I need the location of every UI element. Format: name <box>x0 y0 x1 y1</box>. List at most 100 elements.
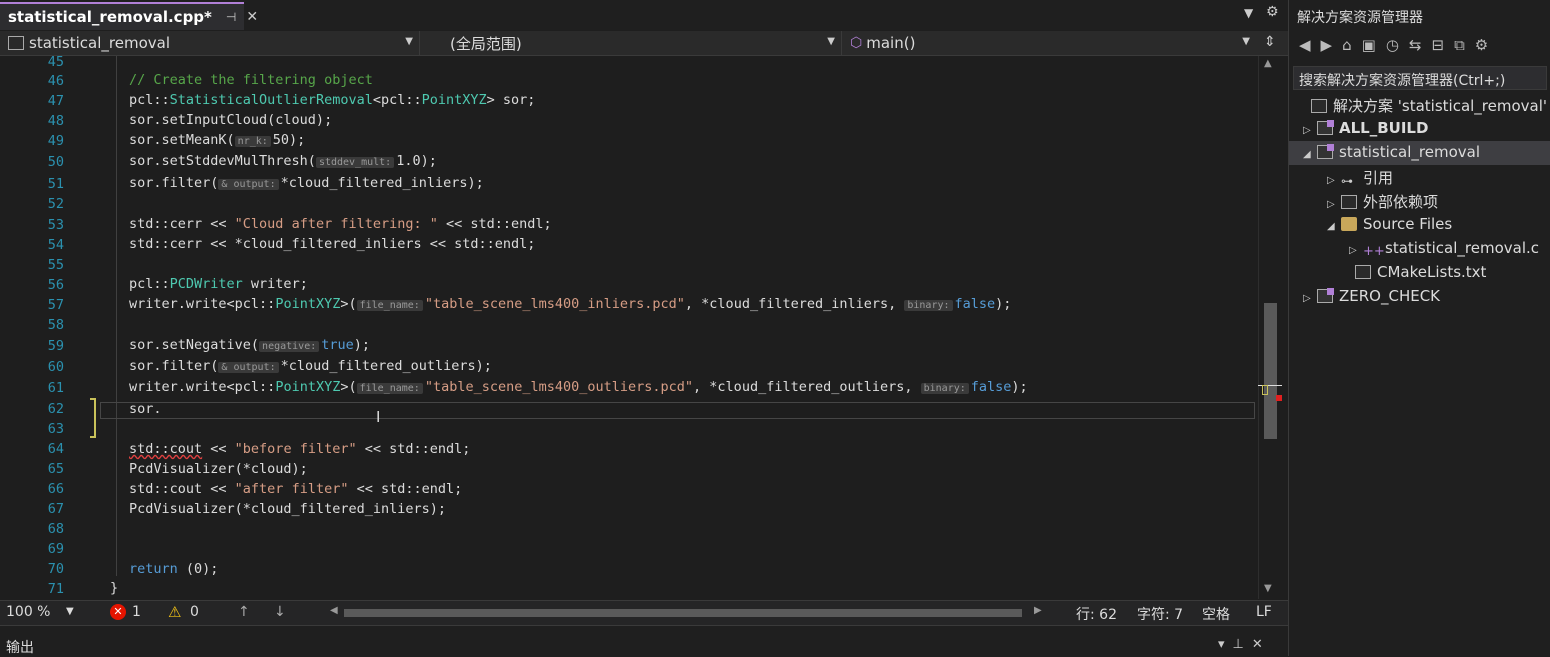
function-dropdown[interactable]: ⬡ main() ▼ <box>846 31 1256 55</box>
line-ending[interactable]: LF <box>1256 604 1272 620</box>
split-editor-icon[interactable]: ⇕ <box>1264 34 1276 50</box>
code-line-51: sor.filter(& output: *cloud_filtered_inli… <box>129 175 484 191</box>
tree-item-all-build[interactable]: ▷ ALL_BUILD <box>1303 119 1428 137</box>
close-icon[interactable]: ✕ <box>1252 637 1271 652</box>
code-token: sor.setNegative( <box>129 337 260 353</box>
function-dropdown-label: main() <box>866 34 916 52</box>
chevron-down-icon[interactable]: ◢ <box>1327 221 1341 232</box>
code-line-49: sor.setMeanK(nr_k: 50); <box>129 132 305 148</box>
tree-item-label: 外部依赖项 <box>1363 193 1439 211</box>
code-token: writer; <box>242 276 308 292</box>
line-number: 70 <box>47 561 64 577</box>
dropdown-icon[interactable]: ▾ <box>1218 637 1233 652</box>
tree-item-external-dependencies[interactable]: ▷ 外部依赖项 <box>1327 191 1438 212</box>
project-icon <box>1317 120 1334 135</box>
vertical-scroll-thumb[interactable] <box>1264 303 1277 439</box>
zoom-level[interactable]: 100 % <box>6 604 50 620</box>
horizontal-scroll-thumb[interactable] <box>344 609 1022 617</box>
error-marker <box>1276 395 1282 401</box>
switch-views-icon[interactable]: ▣ <box>1362 36 1386 54</box>
arrow-up-icon[interactable]: ↑ <box>238 604 250 620</box>
project-dropdown[interactable]: statistical_removal ▼ <box>0 31 420 55</box>
tree-item-label: ALL_BUILD <box>1339 119 1429 137</box>
error-count[interactable]: 1 <box>132 604 141 620</box>
properties-icon[interactable]: ⚙ <box>1475 36 1498 54</box>
code-token: << <box>202 441 235 457</box>
code-token: sor.setMeanK( <box>129 132 235 148</box>
navigation-bar: statistical_removal ▼ (全局范围) ▼ ⬡ main() … <box>0 31 1288 56</box>
chevron-right-icon[interactable]: ▷ <box>1327 199 1341 210</box>
tree-item-references[interactable]: ▷ ⊶ 引用 <box>1327 167 1393 188</box>
indentation-mode[interactable]: 空格 <box>1202 604 1230 624</box>
chevron-down-icon[interactable]: ▼ <box>66 606 74 617</box>
code-token: << std::endl; <box>348 481 463 497</box>
tab-list-dropdown-icon[interactable]: ▼ <box>1244 6 1253 20</box>
code-token: (0); <box>177 561 219 577</box>
forward-icon[interactable]: ▶ <box>1321 36 1343 54</box>
panel-controls[interactable]: ▾⊥✕ <box>1218 637 1271 652</box>
line-position[interactable]: 行: 62 <box>1076 604 1117 624</box>
tree-item-zero-check[interactable]: ▷ ZERO_CHECK <box>1303 287 1440 305</box>
tab-statistical-removal-cpp[interactable]: statistical_removal.cpp* ⊣ ✕ <box>0 2 258 30</box>
close-icon[interactable]: ✕ <box>246 9 258 25</box>
tree-item-cpp-file[interactable]: ▷ ++statistical_removal.c <box>1349 239 1540 259</box>
chevron-right-icon[interactable]: ▷ <box>1303 125 1317 136</box>
tab-title: statistical_removal.cpp* <box>8 8 212 26</box>
line-number: 65 <box>47 461 64 477</box>
tree-item-source-files[interactable]: ◢ Source Files <box>1327 215 1452 233</box>
chevron-right-icon[interactable]: ▷ <box>1327 175 1341 186</box>
change-tracking-bar <box>90 398 96 438</box>
sync-icon[interactable]: ⇆ <box>1409 36 1432 54</box>
show-all-files-icon[interactable]: ⧉ <box>1454 36 1475 54</box>
code-token: std::cerr << <box>129 216 235 232</box>
pin-icon[interactable]: ⊥ <box>1233 637 1252 652</box>
comment: // Create the filtering object <box>129 72 373 88</box>
arrow-down-icon[interactable]: ↓ <box>274 604 286 620</box>
chevron-right-icon[interactable]: ▷ <box>1303 293 1317 304</box>
scroll-down-icon[interactable]: ▼ <box>1264 583 1272 594</box>
scroll-up-icon[interactable]: ▲ <box>1264 58 1272 69</box>
tree-item-label: Source Files <box>1363 215 1453 233</box>
string-token: "Cloud after filtering: " <box>234 216 438 232</box>
chevron-down-icon: ▼ <box>405 36 413 47</box>
pin-icon[interactable]: ⊣ <box>226 10 236 24</box>
scroll-left-icon[interactable]: ◀ <box>330 605 338 616</box>
tree-item-label: statistical_removal.c <box>1385 239 1540 257</box>
warning-count[interactable]: 0 <box>190 604 199 620</box>
scroll-right-icon[interactable]: ▶ <box>1034 605 1042 616</box>
line-number: 64 <box>47 441 64 457</box>
tree-item-solution[interactable]: 解决方案 'statistical_removal' ( <box>1311 95 1550 116</box>
tree-item-statistical-removal[interactable]: ◢ statistical_removal <box>1303 143 1480 161</box>
code-editor[interactable]: 45 46 47 48 49 50 51 52 53 54 55 56 57 5… <box>0 56 1288 599</box>
column-position[interactable]: 字符: 7 <box>1137 604 1183 624</box>
code-token: 1.0); <box>396 153 437 169</box>
output-panel-title[interactable]: 输出 <box>6 637 34 657</box>
back-icon[interactable]: ◀ <box>1299 36 1321 54</box>
line-number: 63 <box>47 421 64 437</box>
chevron-down-icon[interactable]: ◢ <box>1303 149 1317 160</box>
code-token: >( <box>340 379 357 395</box>
line-number: 54 <box>47 237 64 253</box>
pending-changes-icon[interactable]: ◷ <box>1386 36 1409 54</box>
parameter-hint: & output: <box>218 362 279 373</box>
chevron-down-icon: ▼ <box>1242 36 1250 47</box>
tree-item-label: ZERO_CHECK <box>1339 287 1441 305</box>
error-icon[interactable]: ✕ <box>110 604 126 620</box>
warning-icon[interactable]: ⚠ <box>168 603 181 621</box>
code-token: *cloud_filtered_outliers); <box>280 358 492 374</box>
solution-search-input[interactable]: 搜索解决方案资源管理器(Ctrl+;) <box>1293 66 1547 90</box>
keyword-token: return <box>129 561 178 577</box>
scope-dropdown[interactable]: (全局范围) ▼ <box>424 31 842 55</box>
chevron-down-icon: ▼ <box>827 36 835 47</box>
type-token: PCDWriter <box>169 276 243 292</box>
chevron-right-icon[interactable]: ▷ <box>1349 245 1363 256</box>
collapse-all-icon[interactable]: ⊟ <box>1431 36 1454 54</box>
code-line-48: sor.setInputCloud(cloud); <box>129 112 333 128</box>
type-token: StatisticalOutlierRemoval <box>169 92 373 108</box>
home-icon[interactable]: ⌂ <box>1342 36 1362 54</box>
gear-icon[interactable]: ⚙ <box>1266 4 1279 20</box>
tree-item-cmakelists[interactable]: CMakeLists.txt <box>1341 263 1486 281</box>
string-token: "table_scene_lms400_outliers.pcd" <box>424 379 694 395</box>
code-line-66: std::cout << "after filter" << std::endl… <box>129 481 462 497</box>
type-token: PointXYZ <box>421 92 487 108</box>
